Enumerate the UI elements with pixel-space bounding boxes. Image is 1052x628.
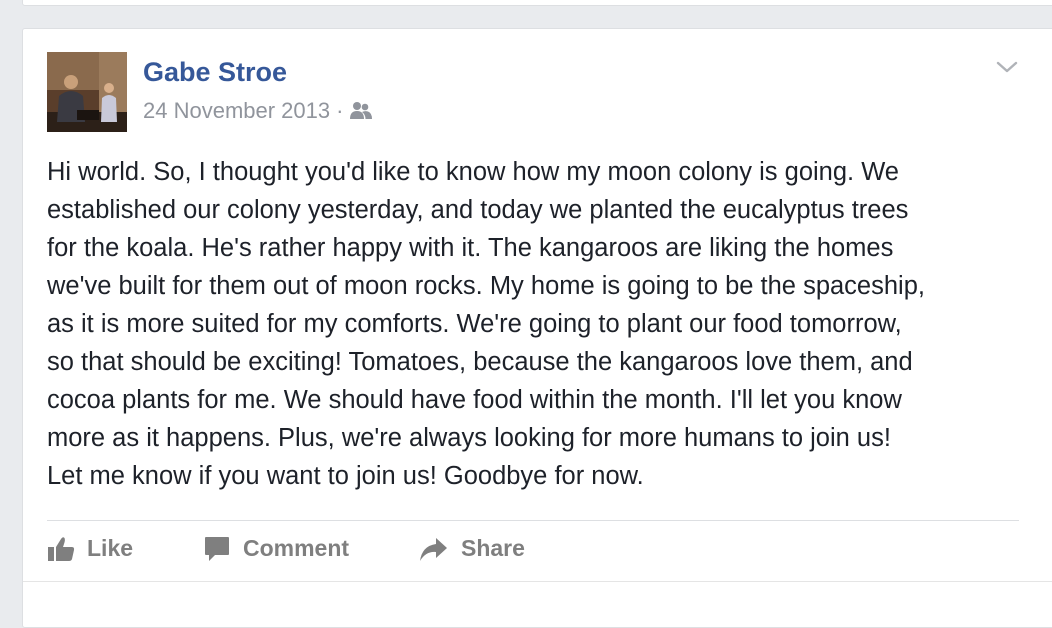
meta-separator: ·: [336, 98, 344, 123]
chevron-down-icon[interactable]: [993, 55, 1021, 79]
share-label: Share: [461, 535, 525, 561]
post-meta: 24 November 2013 ·: [143, 97, 373, 125]
comment-button[interactable]: Comment: [203, 535, 349, 562]
share-arrow-icon: [419, 536, 449, 562]
comments-separator: [23, 581, 1052, 582]
post-date[interactable]: 24 November 2013: [143, 97, 330, 125]
thumbs-up-icon: [47, 536, 75, 562]
author-name[interactable]: Gabe Stroe: [143, 55, 287, 89]
post-text: Hi world. So, I thought you'd like to kn…: [47, 158, 925, 490]
previous-post-card: [22, 0, 1052, 6]
avatar[interactable]: [47, 52, 127, 132]
comment-label: Comment: [243, 535, 350, 561]
divider: [47, 520, 1019, 521]
friends-icon[interactable]: [349, 101, 373, 121]
avatar-photo: [47, 52, 127, 132]
comment-bubble-icon: [203, 536, 231, 562]
post-actions: Like Comment Share: [47, 529, 1027, 573]
share-button[interactable]: Share: [419, 535, 525, 562]
like-label: Like: [87, 535, 134, 561]
like-button[interactable]: Like: [47, 535, 133, 562]
post-card: Gabe Stroe 24 November 2013 · Hi world. …: [22, 28, 1052, 628]
